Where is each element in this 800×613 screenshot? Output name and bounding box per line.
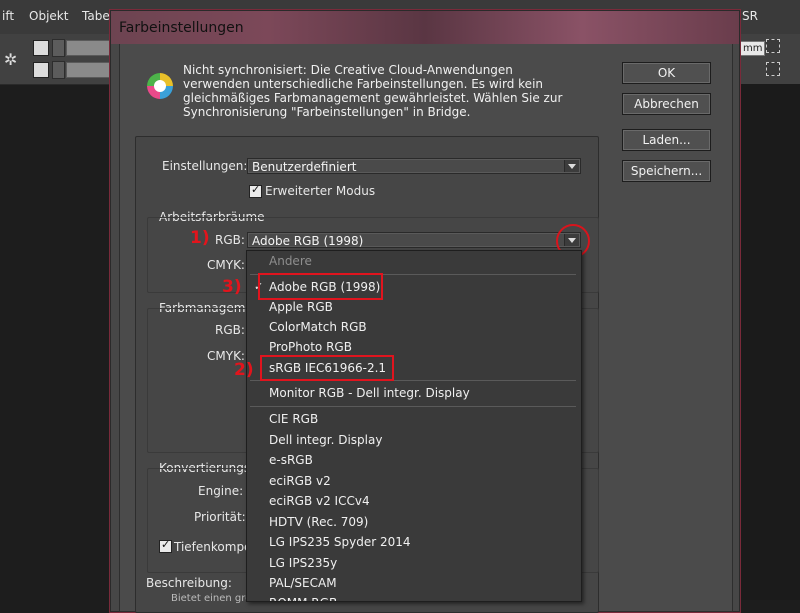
description-label: Beschreibung: — [146, 576, 232, 590]
save-button[interactable]: Speichern... — [622, 160, 711, 182]
color-sync-icon — [147, 73, 173, 99]
indent-down-icon[interactable] — [33, 62, 49, 78]
indent-right-icon[interactable] — [33, 40, 49, 56]
unit-field[interactable]: mm — [740, 41, 766, 56]
option-apple-rgb[interactable]: Apple RGB — [247, 297, 581, 317]
cancel-button[interactable]: Abbrechen — [622, 93, 711, 115]
toolbar-field-1[interactable] — [66, 40, 112, 56]
rgb-label: RGB: — [215, 233, 245, 247]
option-dell-display[interactable]: Dell integr. Display — [247, 430, 581, 450]
menu-tabelle[interactable]: Tabel — [82, 9, 113, 23]
option-lg-ips235y[interactable]: LG IPS235y — [247, 553, 581, 573]
cmyk-label: CMYK: — [207, 258, 245, 272]
priority-label: Priorität: — [194, 510, 246, 524]
rgb-value: Adobe RGB (1998) — [252, 234, 364, 248]
dialog-titlebar[interactable]: Farbeinstellungen — [111, 11, 739, 44]
annotation-step3: 3) — [222, 277, 242, 297]
gear-icon[interactable]: ✲ — [4, 50, 17, 69]
option-lg-ips235-spyder[interactable]: LG IPS235 Spyder 2014 — [247, 532, 581, 552]
dialog-title: Farbeinstellungen — [119, 20, 244, 36]
ok-button[interactable]: OK — [622, 62, 711, 84]
depth-compensation-label: Tiefenkompe — [174, 540, 252, 554]
menu-sr[interactable]: SR — [742, 9, 758, 23]
rgb-dropdown[interactable]: Adobe RGB (1998) — [247, 232, 581, 248]
option-monitor-rgb[interactable]: Monitor RGB - Dell integr. Display — [247, 383, 581, 403]
option-prophoto-rgb[interactable]: ProPhoto RGB — [247, 337, 581, 357]
advanced-mode-checkbox[interactable] — [249, 183, 262, 198]
option-pal-secam[interactable]: PAL/SECAM — [247, 573, 581, 593]
annotation-step1: 1) — [190, 228, 210, 248]
spinner-2[interactable] — [52, 61, 65, 79]
settings-dropdown[interactable]: Benutzerdefiniert — [247, 158, 581, 174]
option-hdtv[interactable]: HDTV (Rec. 709) — [247, 512, 581, 532]
spinner-1[interactable] — [52, 39, 65, 57]
engine-label: Engine: — [198, 484, 244, 498]
cm-rgb-label: RGB: — [215, 323, 245, 337]
canvas-area — [738, 84, 800, 600]
chevron-down-icon — [564, 160, 579, 172]
menu-objekt[interactable]: Objekt — [29, 9, 68, 23]
menu-schrift[interactable]: ift — [2, 9, 14, 23]
annotation-box-adobe — [258, 273, 383, 300]
depth-compensation-checkbox[interactable] — [159, 538, 172, 553]
advanced-mode-label: Erweiterter Modus — [265, 184, 376, 198]
annotation-box-srgb — [260, 355, 394, 381]
list-header-other: Andere — [269, 254, 312, 268]
option-colormatch-rgb[interactable]: ColorMatch RGB — [247, 317, 581, 337]
load-button[interactable]: Laden... — [622, 129, 711, 151]
settings-value: Benutzerdefiniert — [252, 160, 357, 174]
sync-warning-text: Nicht synchronisiert: Die Creative Cloud… — [183, 63, 563, 119]
option-cie-rgb[interactable]: CIE RGB — [247, 409, 581, 429]
option-e-srgb[interactable]: e-sRGB — [247, 450, 581, 470]
toolbar-field-2[interactable] — [66, 62, 112, 78]
frame-icon[interactable] — [766, 39, 780, 53]
option-ecirgb-v2-iccv4[interactable]: eciRGB v2 ICCv4 — [247, 491, 581, 511]
description-text: Bietet einen größ — [171, 593, 258, 604]
option-ecirgb-v2[interactable]: eciRGB v2 — [247, 471, 581, 491]
annotation-step2: 2) — [234, 360, 254, 380]
list-divider — [250, 406, 576, 407]
frame-icon-2[interactable] — [766, 62, 780, 76]
settings-label: Einstellungen: — [162, 159, 248, 173]
rgb-options-list: Andere ✓ Adobe RGB (1998) Apple RGB Colo… — [246, 250, 582, 602]
